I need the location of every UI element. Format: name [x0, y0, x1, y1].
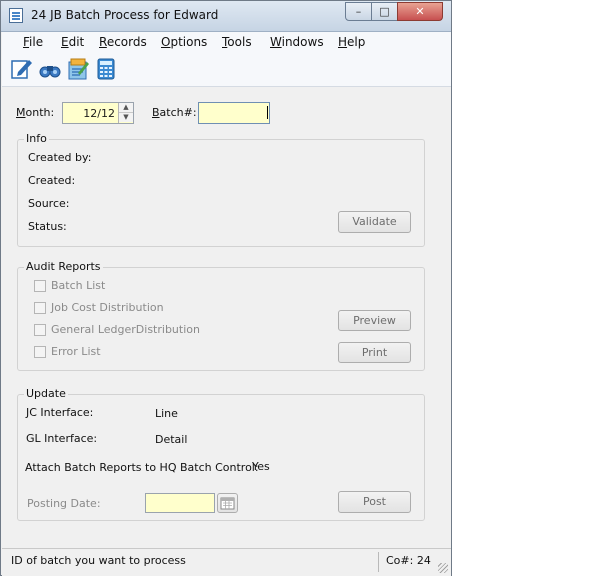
month-label: Month: — [16, 106, 55, 119]
posting-date-input[interactable] — [145, 493, 215, 513]
job-cost-distribution-label: Job Cost Distribution — [51, 301, 164, 314]
maximize-button[interactable]: □ — [371, 2, 398, 21]
posting-date-label: Posting Date: — [27, 497, 101, 510]
job-cost-distribution-checkbox[interactable] — [34, 302, 46, 314]
info-group: Info Created by: Created: Source: Status… — [17, 132, 425, 247]
menu-bar: File Edit Records Options Tools Windows … — [2, 32, 451, 54]
notepad-icon[interactable] — [66, 57, 90, 81]
month-value: 12/12 — [83, 107, 115, 120]
status-separator — [378, 552, 379, 572]
preview-button[interactable]: Preview — [338, 310, 411, 331]
created-label: Created: — [28, 174, 76, 187]
edit-form-icon[interactable] — [10, 57, 34, 81]
jc-interface-label: JC Interface: — [26, 406, 94, 419]
calculator-icon[interactable] — [94, 57, 118, 81]
menu-options[interactable]: Options — [161, 35, 207, 49]
menu-records[interactable]: Records — [99, 35, 147, 49]
batch-process-window: 24 JB Batch Process for Edward – □ ✕ Fil… — [0, 0, 452, 576]
menu-edit[interactable]: Edit — [61, 35, 84, 49]
validate-button[interactable]: Validate — [338, 211, 411, 233]
gl-interface-value: Detail — [155, 433, 188, 446]
print-button[interactable]: Print — [338, 342, 411, 363]
gl-distribution-checkbox[interactable] — [34, 324, 46, 336]
batch-input[interactable] — [198, 102, 270, 124]
created-by-label: Created by: — [28, 151, 92, 164]
window-title: 24 JB Batch Process for Edward — [31, 8, 219, 22]
error-list-checkbox[interactable] — [34, 346, 46, 358]
close-button[interactable]: ✕ — [397, 2, 443, 21]
spin-up-icon[interactable]: ▲ — [119, 103, 133, 113]
jc-interface-value: Line — [155, 407, 178, 420]
app-form-icon — [9, 8, 23, 23]
batch-list-checkbox[interactable] — [34, 280, 46, 292]
status-bar: ID of batch you want to process Co#: 24 — [2, 548, 451, 576]
toolbar — [2, 54, 451, 87]
update-group-title: Update — [24, 387, 68, 400]
form-content: Month: 12/12 ▲ ▼ Batch#: Info Created by… — [2, 87, 451, 547]
batch-list-label: Batch List — [51, 279, 106, 292]
info-group-title: Info — [24, 132, 49, 145]
spin-down-icon[interactable]: ▼ — [119, 113, 133, 122]
audit-reports-title: Audit Reports — [24, 260, 103, 273]
calendar-icon — [220, 497, 235, 510]
attach-batch-reports-value: Yes — [252, 460, 270, 473]
attach-batch-reports-label: Attach Batch Reports to HQ Batch Control… — [25, 461, 259, 474]
title-bar[interactable]: 24 JB Batch Process for Edward – □ ✕ — [1, 1, 451, 32]
post-button[interactable]: Post — [338, 491, 411, 513]
minimize-button[interactable]: – — [345, 2, 372, 21]
status-message: ID of batch you want to process — [11, 554, 186, 567]
menu-file[interactable]: File — [23, 35, 43, 49]
month-spinner[interactable]: ▲ ▼ — [118, 103, 133, 123]
resize-grip-icon[interactable] — [438, 563, 448, 573]
status-label: Status: — [28, 220, 67, 233]
error-list-label: Error List — [51, 345, 101, 358]
text-caret — [267, 106, 268, 119]
gl-distribution-label: General LedgerDistribution — [51, 323, 200, 336]
menu-help[interactable]: Help — [338, 35, 365, 49]
binoculars-icon[interactable] — [38, 57, 62, 81]
batch-label: Batch#: — [152, 106, 197, 119]
gl-interface-label: GL Interface: — [26, 432, 98, 445]
company-number: Co#: 24 — [386, 554, 431, 567]
calendar-button[interactable] — [217, 493, 238, 513]
menu-windows[interactable]: Windows — [270, 35, 324, 49]
month-input[interactable]: 12/12 ▲ ▼ — [62, 102, 134, 124]
menu-tools[interactable]: Tools — [222, 35, 252, 49]
source-label: Source: — [28, 197, 70, 210]
